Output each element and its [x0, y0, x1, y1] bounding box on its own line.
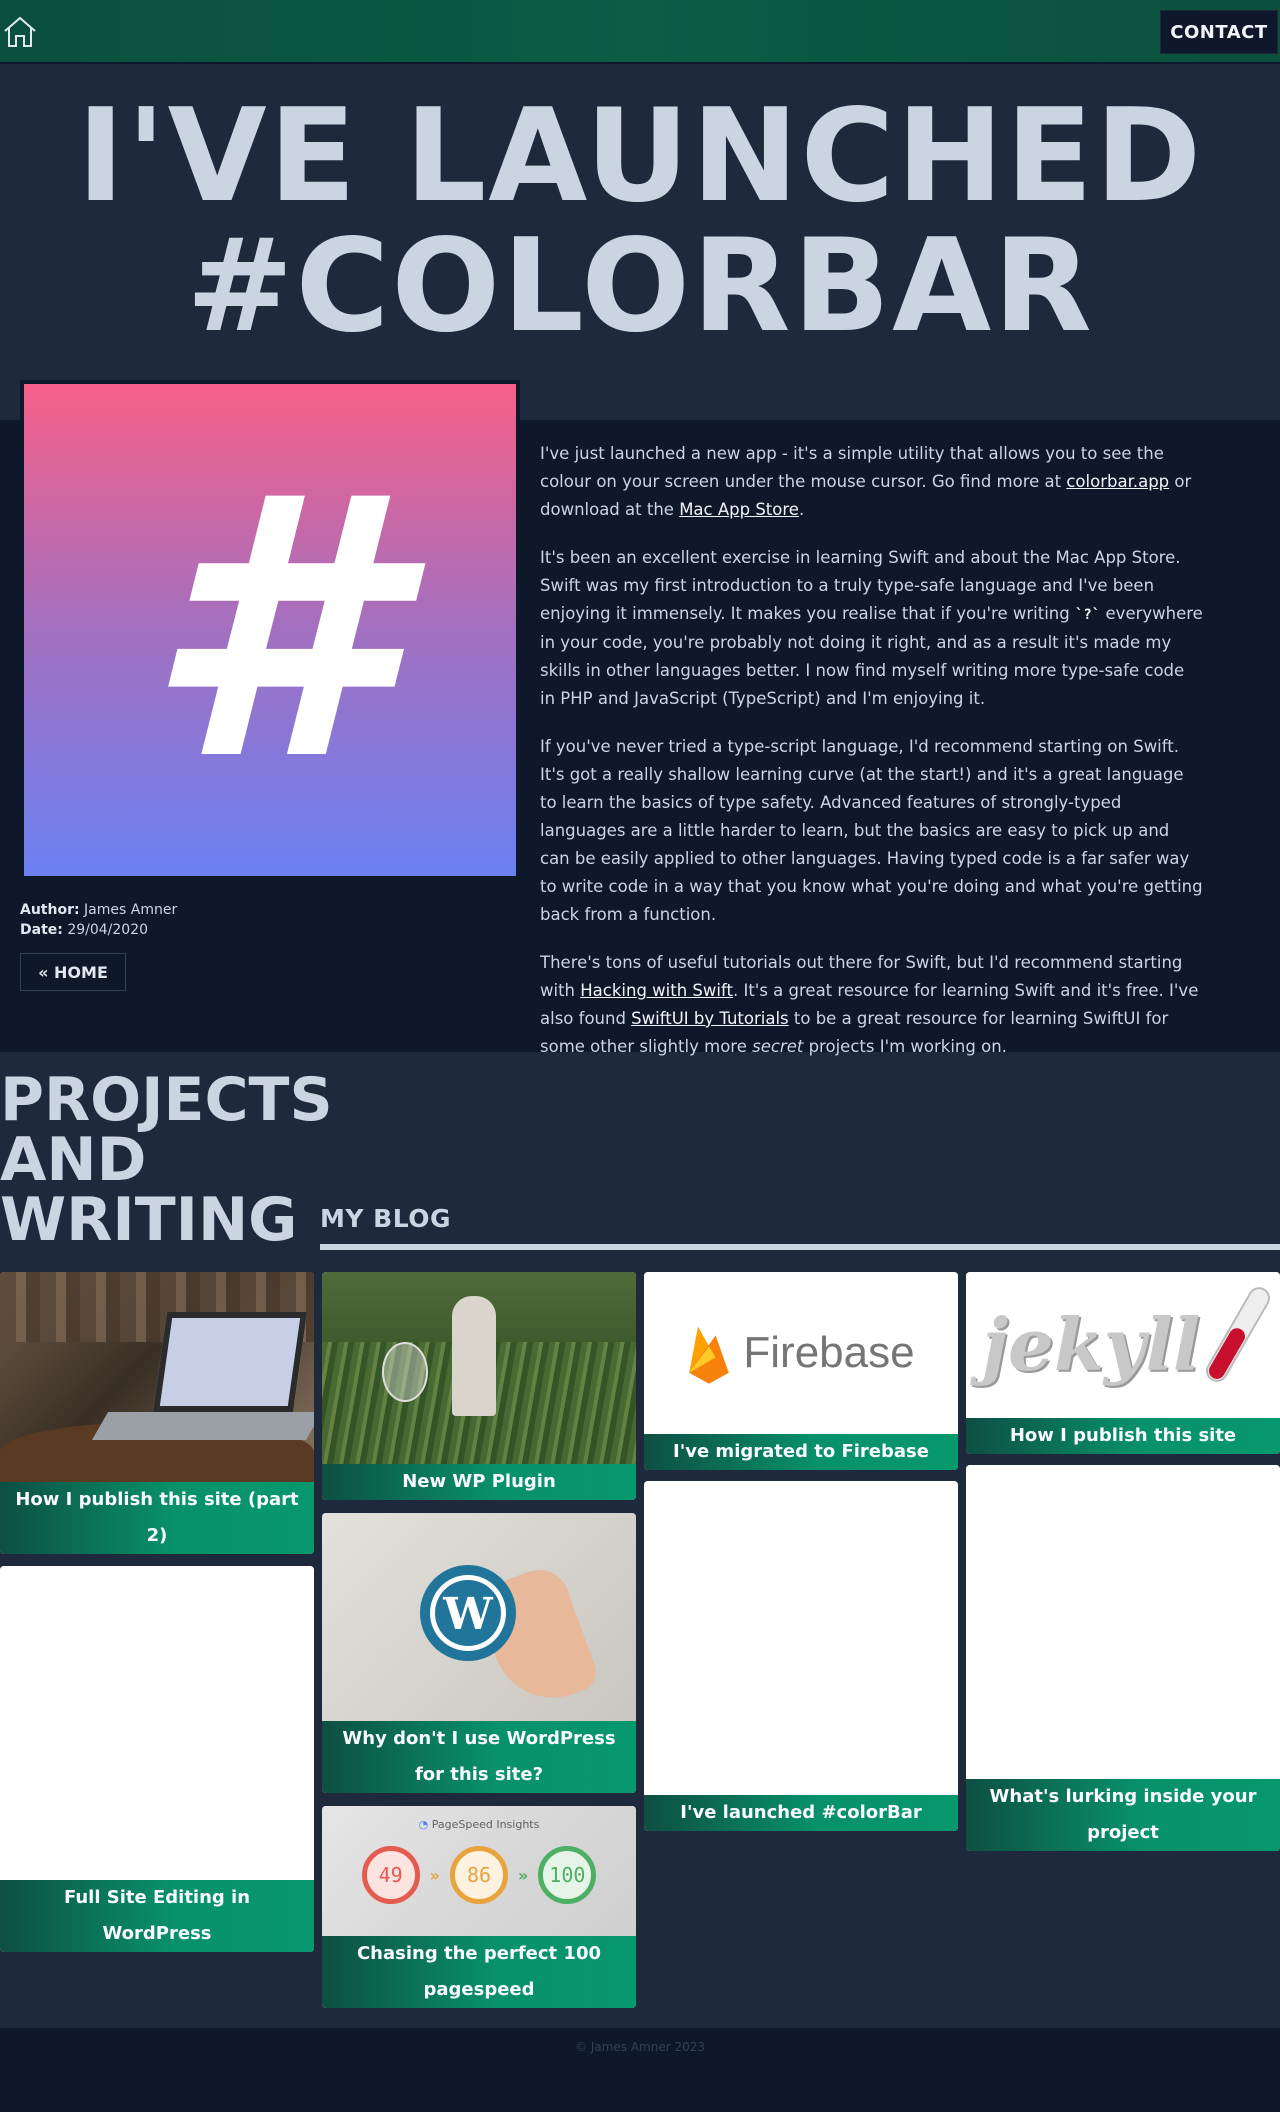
colorbar-link[interactable]: colorbar.app	[1066, 472, 1169, 491]
inline-code: `?`	[1074, 607, 1101, 623]
footer-copyright: © James Amner 2023	[574, 2040, 706, 2054]
date-label: Date:	[20, 922, 63, 938]
paragraph-1: I've just launched a new app - it's a si…	[540, 440, 1204, 524]
text: PageSpeed Insights	[431, 1818, 540, 1831]
blog-card[interactable]: Full Site Editing in WordPress	[0, 1566, 314, 1952]
home-button[interactable]: « HOME	[20, 953, 126, 991]
blog-card[interactable]: Firebase I've migrated to Firebase	[644, 1272, 958, 1470]
pagespeed-icon: ◔	[418, 1818, 429, 1831]
card-title: How I publish this site (part 2)	[0, 1482, 314, 1554]
paragraph-3: If you've never tried a type-script lang…	[540, 737, 1203, 924]
card-title: Full Site Editing in WordPress	[0, 1880, 314, 1952]
card-title: I've launched #colorBar	[644, 1795, 958, 1831]
arrow: »	[429, 1865, 440, 1885]
contact-button[interactable]: CONTACT	[1160, 10, 1278, 54]
card-thumbnail: Firebase	[644, 1272, 958, 1434]
post-date: 29/04/2020	[67, 922, 149, 938]
text: projects I'm working on.	[803, 1037, 1007, 1056]
projects-line-3: WRITING	[0, 1185, 298, 1255]
hash-glyph: #	[144, 420, 396, 839]
card-thumbnail	[322, 1272, 636, 1464]
test-tube-icon	[1206, 1287, 1270, 1382]
score-good: 100	[538, 1846, 597, 1904]
mac-app-store-link[interactable]: Mac App Store	[679, 500, 799, 519]
blog-card[interactable]: ◔ PageSpeed Insights 49 » 86 » 100 Chasi…	[322, 1806, 636, 2008]
hacking-with-swift-link[interactable]: Hacking with Swift	[580, 981, 733, 1000]
swiftui-by-tutorials-link[interactable]: SwiftUI by Tutorials	[631, 1009, 788, 1028]
author-label: Author:	[20, 902, 80, 918]
card-thumbnail: W	[322, 1513, 636, 1721]
pagespeed-heading: ◔ PageSpeed Insights	[322, 1818, 636, 1831]
post-meta: Author: James Amner Date: 29/04/2020	[20, 900, 177, 940]
post-featured-image: #	[20, 380, 520, 880]
blog-card[interactable]: W Why don't I use WordPress for this sit…	[322, 1513, 636, 1793]
blog-divider	[320, 1244, 1280, 1250]
title-line-1: I'VE LAUNCHED	[76, 82, 1204, 231]
blog-card[interactable]: I've launched #colorBar	[644, 1481, 958, 1831]
author-name: James Amner	[84, 902, 178, 918]
card-title: Why don't I use WordPress for this site?	[322, 1721, 636, 1793]
projects-heading: PROJECTS AND WRITING	[0, 1065, 333, 1255]
card-thumbnail	[0, 1272, 314, 1482]
person	[452, 1296, 496, 1416]
projects-line-1: PROJECTS	[0, 1065, 333, 1135]
svg-text:W: W	[442, 1589, 493, 1640]
card-thumbnail	[0, 1566, 314, 1880]
jekyll-logo-text: jekyll	[982, 1302, 1201, 1387]
score-poor: 49	[361, 1846, 420, 1904]
laptop-screen	[152, 1312, 308, 1412]
top-bar: CONTACT	[0, 0, 1280, 64]
blog-card[interactable]: What's lurking inside your project	[966, 1465, 1280, 1851]
score-average: 86	[450, 1846, 508, 1904]
net	[382, 1342, 428, 1402]
paragraph-4: There's tons of useful tutorials out the…	[540, 949, 1204, 1061]
blog-card[interactable]: jekyll How I publish this site	[966, 1272, 1280, 1454]
card-title: What's lurking inside your project	[966, 1779, 1280, 1851]
card-title: New WP Plugin	[322, 1464, 636, 1500]
firebase-logo-text: Firebase	[743, 1328, 915, 1377]
home-icon[interactable]	[2, 14, 38, 50]
firebase-icon	[689, 1326, 730, 1384]
score-row: 49 » 86 » 100	[322, 1846, 636, 1904]
laptop-base	[91, 1412, 314, 1440]
post-body: I've just launched a new app - it's a si…	[540, 440, 1204, 1081]
card-thumbnail: jekyll	[966, 1272, 1280, 1418]
text: .	[798, 500, 805, 519]
page-title: I'VE LAUNCHED #COLORBAR	[0, 92, 1280, 352]
card-thumbnail	[966, 1465, 1280, 1779]
title-line-2: #COLORBAR	[186, 212, 1094, 361]
arrow: »	[518, 1865, 529, 1885]
emphasis: secret	[752, 1037, 804, 1056]
blog-card[interactable]: How I publish this site (part 2)	[0, 1272, 314, 1554]
card-title: I've migrated to Firebase	[644, 1434, 958, 1470]
card-title: How I publish this site	[966, 1418, 1280, 1454]
card-title: Chasing the perfect 100 pagespeed	[322, 1936, 636, 2008]
blog-card[interactable]: New WP Plugin	[322, 1272, 636, 1500]
wordpress-icon: W	[420, 1565, 516, 1661]
card-thumbnail	[644, 1481, 958, 1795]
paragraph-2: It's been an excellent exercise in learn…	[540, 544, 1204, 713]
card-thumbnail: ◔ PageSpeed Insights 49 » 86 » 100	[322, 1806, 636, 1936]
projects-line-2: AND	[0, 1125, 147, 1195]
blog-heading: MY BLOG	[320, 1204, 452, 1233]
